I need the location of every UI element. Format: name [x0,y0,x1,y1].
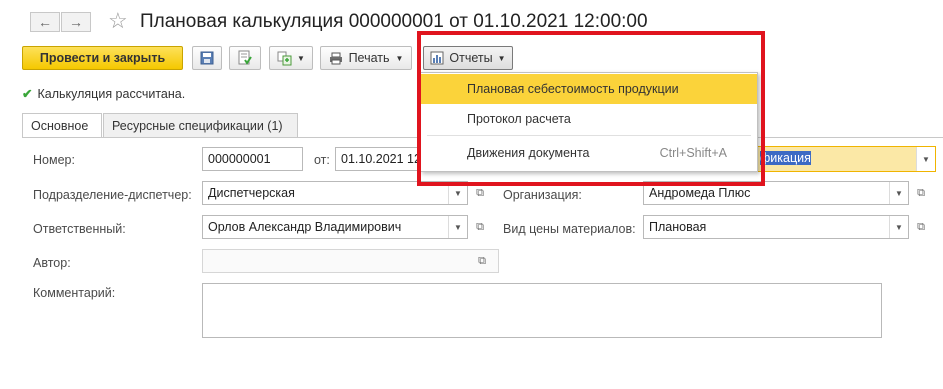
chevron-down-icon[interactable]: ▼ [889,216,908,238]
post-and-close-label: Провести и закрыть [39,51,166,65]
price-type-label: Вид цены материалов: [503,222,636,236]
comment-textarea[interactable] [202,283,882,338]
open-form-icon[interactable]: ⧉ [472,249,492,273]
save-button[interactable] [192,46,222,70]
page-title: Плановая калькуляция 000000001 от 01.10.… [140,11,648,32]
dispatcher-label: Подразделение-диспетчер: [33,188,192,202]
open-form-icon[interactable]: ⧉ [911,215,931,239]
tab-main[interactable]: Основное [22,113,102,138]
comment-label: Комментарий: [33,286,116,300]
price-type-field[interactable]: Плановая ▼ [643,215,909,239]
responsible-field[interactable]: Орлов Александр Владимирович ▼ [202,215,468,239]
chevron-down-icon[interactable]: ▼ [916,147,935,171]
checkmark-icon: ✔ [22,87,33,101]
number-field[interactable]: 000000001 [202,147,303,171]
arrow-right-icon: → [69,14,83,30]
post-and-close-button[interactable]: Провести и закрыть [22,46,183,70]
back-button[interactable]: ← [30,12,60,32]
price-type-value: Плановая [649,220,707,234]
document-structure-button[interactable]: ▼ [269,46,313,70]
chevron-down-icon[interactable]: ▼ [889,182,908,204]
save-icon [200,51,214,65]
calculation-type-value: фикация [760,151,811,165]
forward-button[interactable]: → [61,12,91,32]
highlight-frame [417,31,765,186]
tab-resource-specifications-label: Ресурсные спецификации (1) [112,118,283,133]
date-field[interactable]: 01.10.2021 12 [335,147,419,171]
status-message: ✔ Калькуляция рассчитана. [22,86,185,101]
printer-icon [329,52,342,64]
number-label: Номер: [33,153,75,167]
open-form-icon[interactable]: ⧉ [470,215,490,239]
organization-value: Андромеда Плюс [649,186,751,200]
print-button[interactable]: Печать ▼ [320,46,412,70]
chevron-down-icon: ▼ [297,53,305,63]
dispatcher-value: Диспетчерская [208,186,295,200]
author-label: Автор: [33,256,71,270]
chevron-down-icon: ▼ [395,53,404,63]
author-field[interactable] [202,249,499,273]
organization-label: Организация: [503,188,582,202]
tab-resource-specifications[interactable]: Ресурсные спецификации (1) [103,113,298,137]
date-label: от: [314,153,330,167]
chevron-down-icon[interactable]: ▼ [448,216,467,238]
post-document-icon [238,50,252,65]
favorite-star-icon[interactable]: ☆ [108,8,128,34]
arrow-left-icon: ← [38,14,52,30]
open-form-icon[interactable]: ⧉ [911,181,931,205]
tab-main-label: Основное [31,119,89,133]
responsible-label: Ответственный: [33,222,126,236]
post-button[interactable] [229,46,261,70]
print-label: Печать [348,51,390,65]
document-structure-icon [277,51,292,66]
responsible-value: Орлов Александр Владимирович [208,220,402,234]
status-text: Калькуляция рассчитана. [37,87,186,101]
